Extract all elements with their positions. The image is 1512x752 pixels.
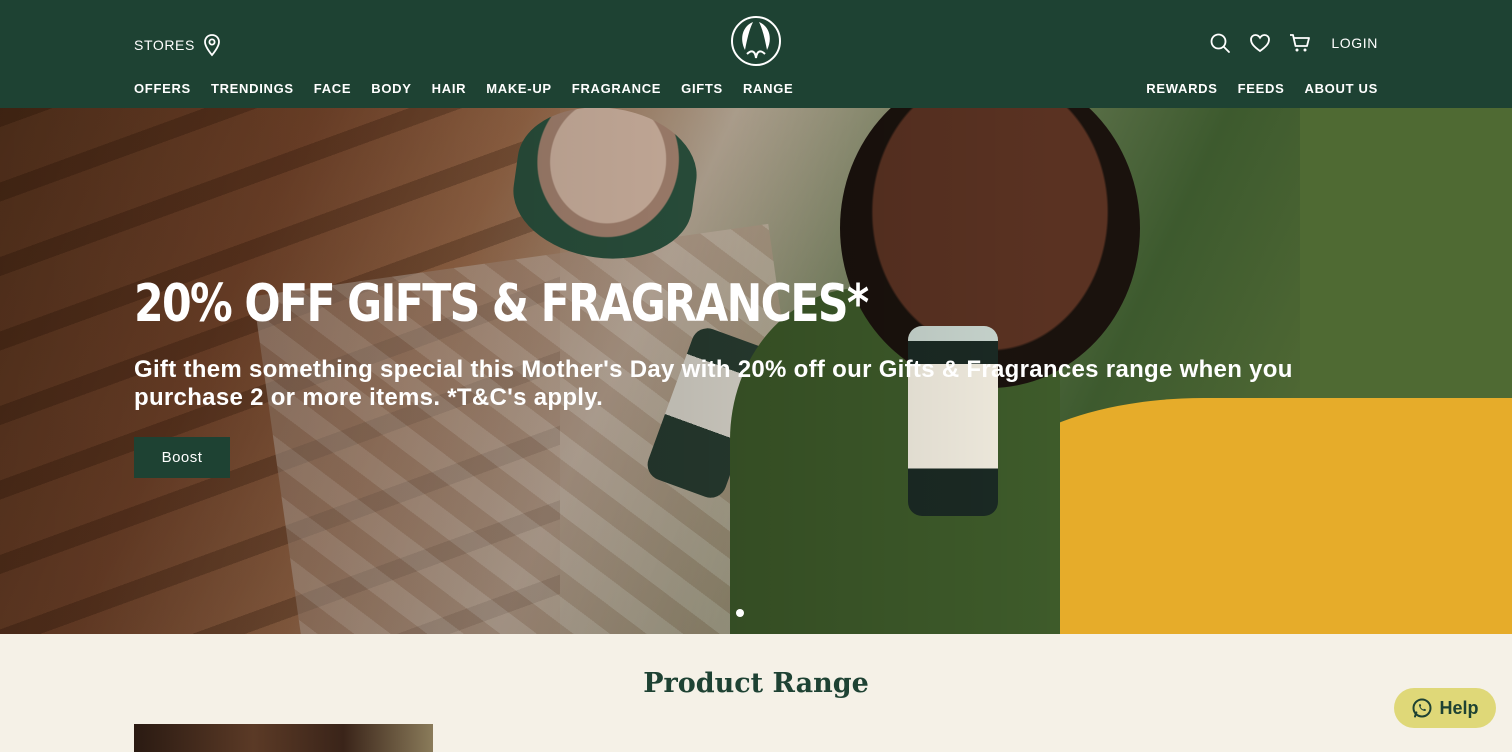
nav-item-range[interactable]: RANGE	[743, 81, 793, 96]
hero-title: 20% OFF GIFTS & FRAGRANCES*	[134, 274, 869, 334]
nav-item-fragrance[interactable]: FRAGRANCE	[572, 81, 661, 96]
map-pin-icon	[204, 34, 220, 57]
nav-item-trendings[interactable]: TRENDINGS	[211, 81, 294, 96]
nav-item-feeds[interactable]: FEEDS	[1238, 81, 1285, 96]
help-label: Help	[1439, 697, 1479, 718]
secondary-nav: REWARDS FEEDS ABOUT US	[1146, 81, 1378, 96]
boost-button[interactable]: Boost	[134, 437, 230, 478]
main-nav: OFFERS TRENDINGS FACE BODY HAIR MAKE-UP …	[134, 81, 793, 96]
nav-item-gifts[interactable]: GIFTS	[681, 81, 723, 96]
product-range-card-image[interactable]	[134, 724, 433, 752]
stores-label: STORES	[134, 37, 195, 53]
section-title: Product Range	[643, 668, 869, 699]
carousel-dot[interactable]	[736, 609, 744, 617]
nav-item-body[interactable]: BODY	[371, 81, 411, 96]
nav-item-hair[interactable]: HAIR	[432, 81, 467, 96]
search-icon[interactable]	[1209, 32, 1231, 54]
login-link[interactable]: LOGIN	[1331, 35, 1378, 51]
nav-item-rewards[interactable]: REWARDS	[1146, 81, 1217, 96]
hero-subtitle: Gift them something special this Mother'…	[134, 356, 1293, 411]
nav-item-face[interactable]: FACE	[314, 81, 351, 96]
cart-icon[interactable]	[1289, 32, 1311, 54]
body-shop-logo[interactable]	[729, 14, 783, 68]
help-button[interactable]: Help	[1394, 688, 1496, 728]
site-header: STORES LOGIN OFFERS TRENDINGS FACE BODY	[0, 0, 1512, 108]
stores-link[interactable]: STORES	[134, 33, 222, 57]
nav-item-make-up[interactable]: MAKE-UP	[486, 81, 552, 96]
header-actions: LOGIN	[1209, 32, 1378, 54]
nav-item-about-us[interactable]: ABOUT US	[1305, 81, 1379, 96]
heart-icon[interactable]	[1249, 32, 1271, 54]
whatsapp-icon	[1412, 698, 1432, 718]
hero-banner[interactable]: 20% OFF GIFTS & FRAGRANCES* Gift them so…	[0, 108, 1512, 634]
nav-item-offers[interactable]: OFFERS	[134, 81, 191, 96]
